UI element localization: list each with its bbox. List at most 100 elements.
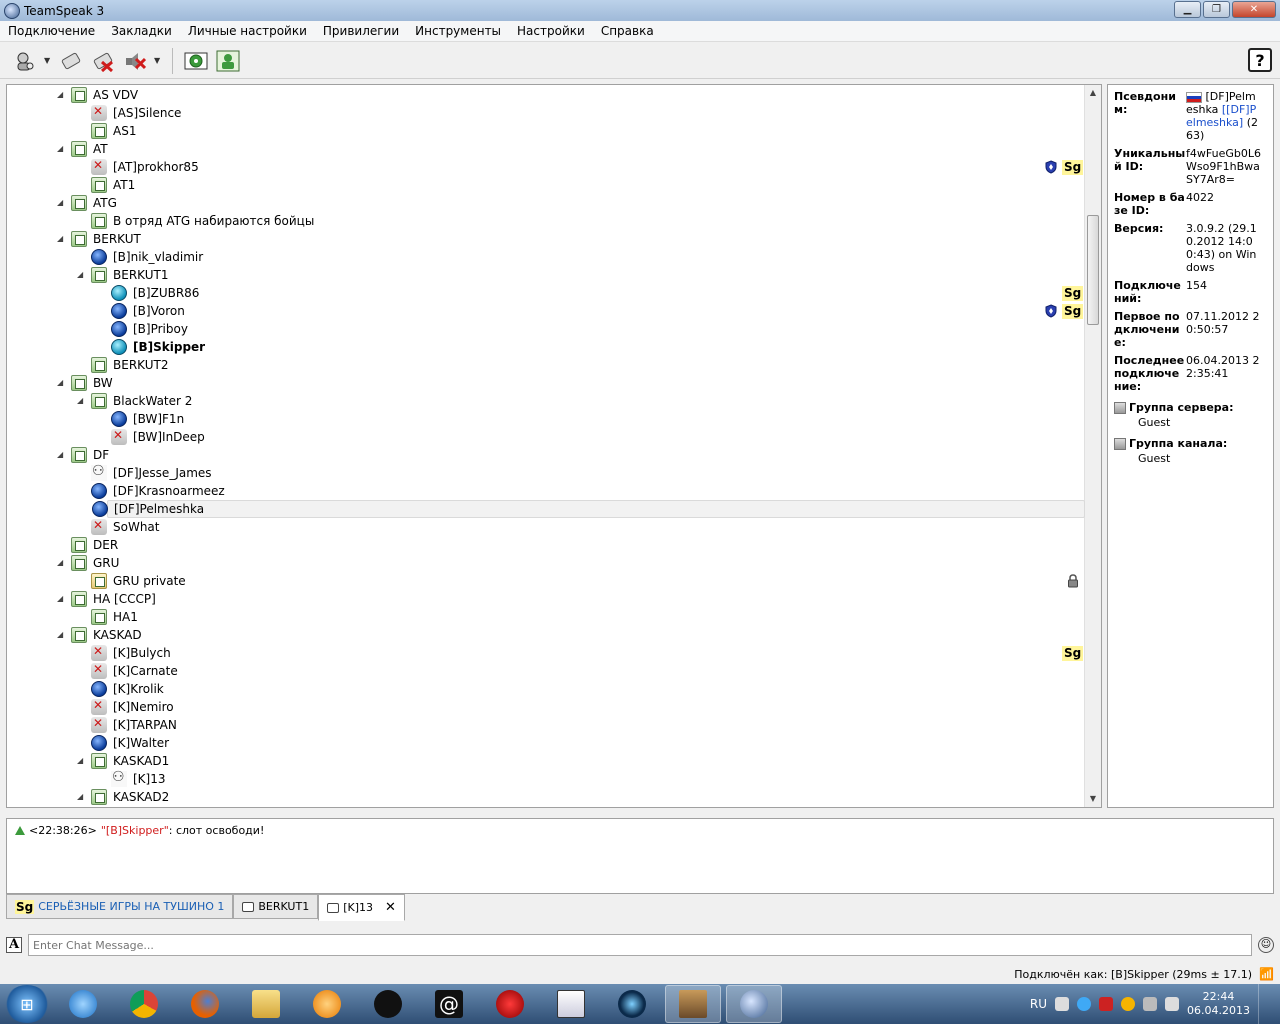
menu-item-6[interactable]: Справка: [593, 21, 662, 42]
menu-item-1[interactable]: Закладки: [103, 21, 180, 42]
channel-row[interactable]: ◢ BlackWater 2: [7, 392, 1085, 410]
expand-arrow-icon[interactable]: ◢: [57, 198, 67, 208]
minimize-button[interactable]: ▁: [1174, 1, 1201, 18]
channel-row[interactable]: ◢ HA [CCCP]: [7, 590, 1085, 608]
user-row[interactable]: [K]Walter: [7, 734, 1085, 752]
menu-item-4[interactable]: Инструменты: [407, 21, 509, 42]
taskbar-app-cat[interactable]: [360, 985, 416, 1023]
tree-scrollbar[interactable]: ▲ ▼: [1084, 85, 1101, 807]
expand-arrow-icon[interactable]: ◢: [57, 90, 67, 100]
user-row[interactable]: [AS]Silence: [7, 104, 1085, 122]
away-status-icon[interactable]: [183, 48, 209, 74]
taskbar-chrome[interactable]: [116, 985, 172, 1023]
help-question-icon[interactable]: ?: [1248, 48, 1272, 72]
channel-row[interactable]: ◢ BERKUT1: [7, 266, 1085, 284]
expand-arrow-icon[interactable]: ◢: [57, 378, 67, 388]
user-row[interactable]: [K]Krolik: [7, 680, 1085, 698]
mute-dropdown-icon[interactable]: ▼: [154, 56, 162, 65]
tab-server[interactable]: Sg СЕРЬЁЗНЫЕ ИГРЫ НА ТУШИНО 1: [6, 894, 234, 919]
user-row[interactable]: [B]Voron Sg: [7, 302, 1085, 320]
expand-arrow-icon[interactable]: ◢: [57, 144, 67, 154]
user-row[interactable]: [DF]Jesse_James: [7, 463, 1085, 482]
expand-arrow-icon[interactable]: ◢: [57, 594, 67, 604]
channel-row[interactable]: HA1: [7, 608, 1085, 626]
expand-arrow-icon[interactable]: ◢: [57, 450, 67, 460]
user-row[interactable]: [B]Priboy: [7, 320, 1085, 338]
channel-row[interactable]: AS1: [7, 122, 1085, 140]
taskbar-explorer[interactable]: [238, 985, 294, 1023]
menu-item-0[interactable]: Подключение: [0, 21, 103, 42]
tray-volume-icon[interactable]: [1165, 997, 1180, 1011]
chat-nick[interactable]: "[B]Skipper": [101, 824, 169, 837]
tray-network-icon[interactable]: [1143, 997, 1158, 1011]
clock[interactable]: 22:44 06.04.2013: [1187, 990, 1250, 1018]
close-tab-icon[interactable]: ✕: [385, 900, 396, 915]
taskbar-firefox[interactable]: [177, 985, 233, 1023]
tray-icon-2[interactable]: [1077, 997, 1092, 1011]
menu-item-3[interactable]: Привилегии: [315, 21, 407, 42]
taskbar-game[interactable]: [665, 985, 721, 1023]
tab-channel[interactable]: BERKUT1: [233, 894, 319, 919]
mute-speakers-icon[interactable]: [122, 48, 148, 74]
channel-row[interactable]: ◢ AS VDV: [7, 86, 1085, 104]
channel-row[interactable]: ◢ AT: [7, 140, 1085, 158]
user-row[interactable]: [AT]prokhor85 Sg: [7, 158, 1085, 176]
tray-icon-4[interactable]: [1121, 997, 1136, 1011]
scroll-up-icon[interactable]: ▲: [1085, 85, 1101, 101]
language-indicator[interactable]: RU: [1030, 997, 1047, 1011]
expand-arrow-icon[interactable]: ◢: [77, 756, 87, 766]
channel-row[interactable]: ◢ ATG: [7, 194, 1085, 212]
tab-private[interactable]: [K]13 ✕: [318, 894, 405, 921]
user-row[interactable]: [B]nik_vladimir: [7, 248, 1085, 266]
taskbar-window[interactable]: [543, 985, 599, 1023]
channel-row[interactable]: ◢ GRU: [7, 554, 1085, 572]
chat-input[interactable]: [28, 934, 1252, 956]
user-row[interactable]: [B]Skipper: [7, 338, 1085, 356]
channel-row[interactable]: AT1: [7, 176, 1085, 194]
channel-row[interactable]: ◢ BW: [7, 374, 1085, 392]
text-format-icon[interactable]: A: [6, 937, 22, 953]
taskbar-media[interactable]: [299, 985, 355, 1023]
channel-row[interactable]: ◢ BERKUT: [7, 230, 1085, 248]
user-row[interactable]: [K]Bulych Sg: [7, 644, 1085, 662]
channel-row[interactable]: GRU private: [7, 572, 1085, 590]
expand-arrow-icon[interactable]: ◢: [77, 792, 87, 802]
taskbar-recorder[interactable]: [482, 985, 538, 1023]
start-button[interactable]: ⊞: [4, 985, 50, 1023]
user-row[interactable]: [K]Nemiro: [7, 698, 1085, 716]
channel-commander-icon[interactable]: [215, 48, 241, 74]
menu-item-5[interactable]: Настройки: [509, 21, 593, 42]
connect-dropdown-icon[interactable]: ▼: [44, 56, 52, 65]
channel-row[interactable]: ◢ DF: [7, 446, 1085, 464]
expand-arrow-icon[interactable]: ◢: [57, 234, 67, 244]
close-button[interactable]: ✕: [1232, 1, 1276, 18]
expand-arrow-icon[interactable]: ◢: [77, 396, 87, 406]
show-desktop-button[interactable]: [1258, 984, 1270, 1024]
scroll-thumb[interactable]: [1087, 215, 1099, 325]
bookmark-icon[interactable]: [58, 48, 84, 74]
user-row[interactable]: [K]TARPAN: [7, 716, 1085, 734]
tray-icon-1[interactable]: [1055, 997, 1070, 1011]
scroll-down-icon[interactable]: ▼: [1085, 791, 1101, 807]
disconnect-icon[interactable]: [90, 48, 116, 74]
taskbar-ie[interactable]: [55, 985, 111, 1023]
channel-row[interactable]: DER: [7, 536, 1085, 554]
channel-row[interactable]: ◢ KASKAD: [7, 626, 1085, 644]
channel-row[interactable]: ◢ KASKAD2: [7, 788, 1085, 806]
channel-row[interactable]: BERKUT2: [7, 356, 1085, 374]
user-row[interactable]: [K]Carnate: [7, 662, 1085, 680]
user-row[interactable]: [DF]Krasnoarmeez: [7, 482, 1085, 500]
expand-arrow-icon[interactable]: ◢: [77, 270, 87, 280]
tray-icon-3[interactable]: [1099, 997, 1114, 1011]
user-row[interactable]: [BW]InDeep: [7, 428, 1085, 446]
channel-row[interactable]: ◢ KASKAD1: [7, 752, 1085, 770]
user-row[interactable]: [BW]F1n: [7, 410, 1085, 428]
taskbar-mail[interactable]: @: [421, 985, 477, 1023]
expand-arrow-icon[interactable]: ◢: [57, 558, 67, 568]
expand-arrow-icon[interactable]: ◢: [57, 630, 67, 640]
user-row[interactable]: [B]ZUBR86 Sg: [7, 284, 1085, 302]
user-row[interactable]: [DF]Pelmeshka: [92, 500, 1085, 518]
user-row[interactable]: SoWhat: [7, 518, 1085, 536]
connect-icon[interactable]: [12, 48, 38, 74]
taskbar-camera[interactable]: [604, 985, 660, 1023]
